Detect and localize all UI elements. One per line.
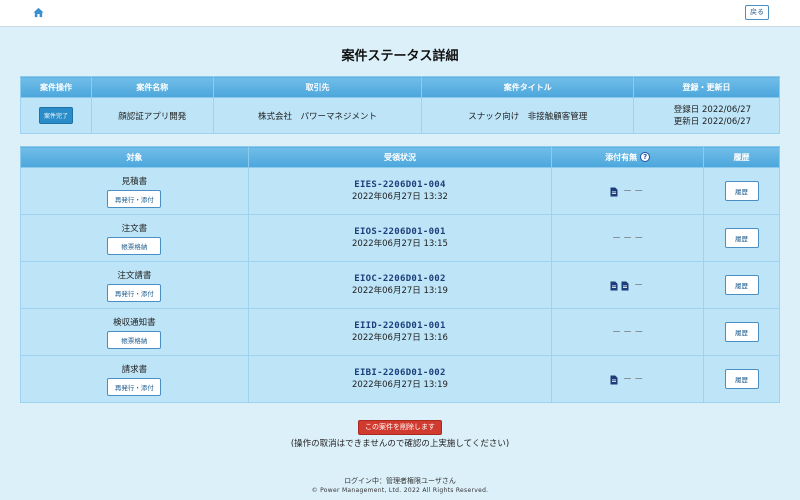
attachment-cell: ー ー — [551, 167, 705, 215]
case-title: スナック向け 非接触顧客管理 — [421, 97, 635, 134]
file-icon[interactable] — [610, 375, 618, 385]
no-attachment-dash: ー ー ー — [612, 234, 644, 244]
target-name: 請求書 — [121, 364, 148, 375]
case-operation-cell: 案件完了 — [20, 97, 92, 134]
document-number[interactable]: EIES-2206D01-004 — [249, 180, 552, 190]
table-row: 検収通知書 帳票格納 EIID-2206D01-001 2022年06月27日 … — [20, 308, 780, 356]
target-cell: 請求書 再発行・添付 — [20, 355, 249, 403]
home-icon[interactable] — [33, 7, 44, 18]
help-icon[interactable]: ? — [640, 152, 651, 162]
table-row: 注文請書 再発行・添付 EIOC-2206D01-002 2022年06月27日… — [20, 261, 780, 309]
client-name: 株式会社 パワーマネジメント — [212, 97, 423, 134]
history-button[interactable]: 履歴 — [724, 181, 759, 201]
document-date: 2022年06月27日 13:16 — [352, 333, 448, 343]
history-cell: 履歴 — [703, 308, 780, 356]
no-attachment-dash: ー ー ー — [612, 328, 644, 338]
attachment-cell: ー ー ー — [551, 308, 705, 356]
status-cell: EIOS-2206D01-001 2022年06月27日 13:15 — [247, 214, 553, 262]
target-cell: 見積書 再発行・添付 — [20, 167, 249, 215]
file-icon[interactable] — [610, 281, 618, 291]
table-row: 注文書 帳票格納 EIOS-2206D01-001 2022年06月27日 13… — [20, 214, 780, 262]
history-button[interactable]: 履歴 — [724, 369, 759, 389]
no-attachment-dash: ー — [634, 281, 643, 291]
status-cell: EIOC-2206D01-002 2022年06月27日 13:19 — [247, 261, 553, 309]
reissue-attach-button[interactable]: 再発行・添付 — [107, 283, 162, 302]
back-button[interactable]: 戻る — [745, 5, 769, 20]
history-cell: 履歴 — [703, 261, 780, 309]
header-case-operation: 案件操作 — [20, 76, 92, 98]
docs-table-header: 対象 受領状況 添付有無? 履歴 — [20, 146, 780, 168]
no-attachment-dash: ー ー — [623, 187, 643, 197]
status-cell: EIES-2206D01-004 2022年06月27日 13:32 — [247, 167, 553, 215]
header-target: 対象 — [20, 146, 249, 168]
header-attachment-label: 添付有無 — [605, 152, 638, 162]
file-icon[interactable] — [610, 187, 618, 197]
target-name: 注文請書 — [117, 270, 152, 281]
document-date: 2022年06月27日 13:19 — [352, 380, 448, 390]
target-name: 見積書 — [121, 176, 148, 187]
header-dates: 登録・更新日 — [633, 76, 780, 98]
document-number[interactable]: EIID-2206D01-001 — [249, 321, 552, 331]
registered-date: 登録日 2022/06/27 — [673, 104, 751, 115]
copyright: © Power Management, Ltd. 2022 All Rights… — [311, 487, 489, 494]
top-bar: 戻る — [0, 0, 800, 27]
status-cell: EIID-2206D01-001 2022年06月27日 13:16 — [247, 308, 553, 356]
history-button[interactable]: 履歴 — [724, 275, 759, 295]
case-summary-table: 案件操作 案件名称 取引先 案件タイトル 登録・更新日 案件完了 顔認証アプリ開… — [20, 76, 780, 134]
status-cell: EIBI-2206D01-002 2022年06月27日 13:19 — [247, 355, 553, 403]
header-case-name: 案件名称 — [90, 76, 214, 98]
header-case-title: 案件タイトル — [421, 76, 635, 98]
reissue-attach-button[interactable]: 再発行・添付 — [107, 189, 162, 208]
header-attachment: 添付有無? — [551, 146, 705, 168]
complete-case-button[interactable]: 案件完了 — [38, 107, 73, 124]
header-status: 受領状況 — [247, 146, 553, 168]
history-cell: 履歴 — [703, 355, 780, 403]
store-form-button[interactable]: 帳票格納 — [107, 236, 162, 255]
reissue-attach-button[interactable]: 再発行・添付 — [107, 377, 162, 396]
delete-warning: (操作の取消はできませんので確認の上実施してください) — [290, 439, 510, 449]
store-form-button[interactable]: 帳票格納 — [107, 330, 162, 349]
target-cell: 注文書 帳票格納 — [20, 214, 249, 262]
document-date: 2022年06月27日 13:19 — [352, 286, 448, 296]
case-dates: 登録日 2022/06/27 更新日 2022/06/27 — [633, 97, 780, 134]
file-icon[interactable] — [621, 281, 629, 291]
document-date: 2022年06月27日 13:32 — [352, 192, 448, 202]
document-number[interactable]: EIOS-2206D01-001 — [249, 227, 552, 237]
header-history: 履歴 — [703, 146, 780, 168]
target-name: 注文書 — [121, 223, 148, 234]
document-date: 2022年06月27日 13:15 — [352, 239, 448, 249]
no-attachment-dash: ー ー — [623, 375, 643, 385]
history-button[interactable]: 履歴 — [724, 322, 759, 342]
document-number[interactable]: EIOC-2206D01-002 — [249, 274, 552, 284]
delete-case-button[interactable]: この案件を削除します — [358, 420, 442, 435]
history-cell: 履歴 — [703, 167, 780, 215]
document-number[interactable]: EIBI-2206D01-002 — [249, 368, 552, 378]
history-button[interactable]: 履歴 — [724, 228, 759, 248]
login-status: ログイン中：管理者権限ユーザさん — [344, 477, 456, 485]
case-row: 案件完了 顔認証アプリ開発 株式会社 パワーマネジメント スナック向け 非接触顧… — [20, 97, 780, 134]
table-row: 請求書 再発行・添付 EIBI-2206D01-002 2022年06月27日 … — [20, 355, 780, 403]
documents-table: 対象 受領状況 添付有無? 履歴 見積書 再発行・添付 EIES-2206D01… — [20, 146, 780, 403]
target-cell: 注文請書 再発行・添付 — [20, 261, 249, 309]
target-name: 検収通知書 — [113, 317, 156, 328]
page-title: 案件ステータス詳細 — [341, 49, 459, 64]
case-table-header: 案件操作 案件名称 取引先 案件タイトル 登録・更新日 — [20, 76, 780, 98]
case-name: 顔認証アプリ開発 — [90, 97, 214, 134]
attachment-cell: ー — [551, 261, 705, 309]
history-cell: 履歴 — [703, 214, 780, 262]
target-cell: 検収通知書 帳票格納 — [20, 308, 249, 356]
attachment-cell: ー ー ー — [551, 214, 705, 262]
table-row: 見積書 再発行・添付 EIES-2206D01-004 2022年06月27日 … — [20, 167, 780, 215]
attachment-cell: ー ー — [551, 355, 705, 403]
updated-date: 更新日 2022/06/27 — [673, 116, 751, 127]
header-client: 取引先 — [212, 76, 423, 98]
